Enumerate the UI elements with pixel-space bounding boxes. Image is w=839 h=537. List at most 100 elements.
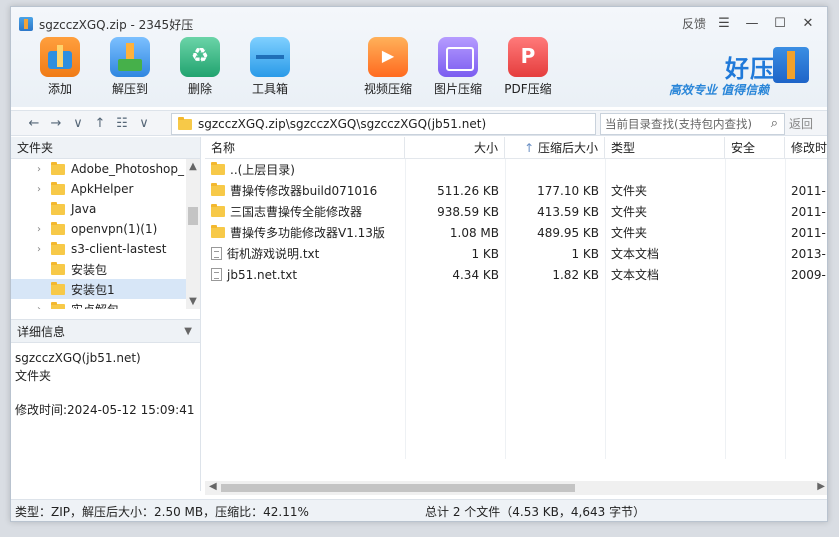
minimize-icon[interactable]: — — [739, 11, 765, 35]
extract-icon — [110, 37, 150, 77]
address-bar: ← → ∨ ↑ ☷ ∨ sgzcczXGQ.zip\sgzcczXGQ\sgzc… — [11, 110, 827, 136]
column-type[interactable]: 类型 — [605, 136, 725, 159]
scroll-thumb[interactable] — [188, 207, 198, 225]
status-bar: 类型：ZIP，解压后大小：2.50 MB，压缩比：42.11% 总计 2 个文件… — [11, 499, 827, 521]
table-row[interactable]: 三国志曹操传全能修改器 938.59 KB 413.59 KB 文件夹 2011- — [205, 201, 827, 222]
view-chevron-icon[interactable]: ∨ — [135, 116, 153, 131]
column-packed-size[interactable]: ↑ 压缩后大小 — [505, 136, 605, 159]
brand-slogan: 高效专业 值得信赖 — [669, 83, 770, 97]
delete-button[interactable]: 删除 — [165, 37, 235, 97]
table-row[interactable]: 街机游戏说明.txt 1 KB 1 KB 文本文档 2013- — [205, 243, 827, 264]
detail-kind: 文件夹 — [15, 369, 52, 383]
toolbar-area: sgzcczXGQ.zip - 2345好压 反馈 ☰ — ☐ ✕ 添加 解压到… — [11, 7, 827, 107]
text-file-icon — [211, 268, 222, 281]
folder-icon — [51, 181, 65, 195]
folder-icon — [211, 225, 225, 238]
history-chevron-icon[interactable]: ∨ — [69, 116, 87, 131]
search-placeholder: 当前目录查找(支持包内查找) — [605, 117, 752, 131]
scroll-left-icon[interactable]: ◀ — [209, 481, 217, 492]
folder-tree: › Adobe_Photoshop_ › ApkHelper Java › openv… — [11, 159, 200, 309]
brand-logo: 好压 高效专业 值得信赖 — [669, 47, 809, 103]
back-arrow-icon[interactable]: ← — [25, 116, 43, 131]
table-row[interactable]: 曹操传多功能修改器V1.13版 1.08 MB 489.95 KB 文件夹 2011… — [205, 222, 827, 243]
return-button[interactable]: 返回 — [789, 115, 813, 132]
left-pane: 文件夹 › Adobe_Photoshop_ › ApkHelper Java › o… — [11, 137, 201, 491]
search-icon[interactable]: ⌕ — [771, 116, 778, 131]
collapse-triangle-icon[interactable]: ▼ — [184, 326, 192, 337]
extract-button[interactable]: 解压到 — [95, 37, 165, 97]
forward-arrow-icon[interactable]: → — [47, 116, 65, 131]
folder-icon — [51, 161, 65, 175]
detail-info: sgzcczXGQ(jb51.net) 文件夹 修改时间:2024-05-12 … — [15, 349, 195, 419]
toolbox-icon — [250, 37, 290, 77]
scroll-up-icon[interactable]: ▲ — [186, 161, 200, 172]
status-total: 总计 2 个文件（4.53 KB，4,643 字节） — [425, 505, 646, 519]
main-toolbar: 添加 解压到 删除 工具箱 视频压缩 图片压缩 — [25, 37, 563, 97]
table-row[interactable]: 曹操传修改器build071016 511.26 KB 177.10 KB 文件夹… — [205, 180, 827, 201]
add-button[interactable]: 添加 — [25, 37, 95, 97]
window-title: sgzcczXGQ.zip - 2345好压 — [39, 17, 194, 32]
folder-icon — [211, 162, 225, 175]
tree-item[interactable]: › Adobe_Photoshop_ — [11, 159, 200, 179]
expand-chevron-icon[interactable]: › — [37, 184, 47, 195]
tree-item[interactable]: ›实点解包 — [11, 299, 200, 309]
expand-chevron-icon[interactable]: › — [37, 164, 47, 175]
table-row[interactable]: jb51.net.txt 4.34 KB 1.82 KB 文本文档 2009- — [205, 264, 827, 285]
folder-icon — [51, 221, 65, 235]
column-security[interactable]: 安全 — [725, 136, 785, 159]
nav-buttons: ← → ∨ ↑ ☷ ∨ — [11, 116, 173, 131]
path-field[interactable]: sgzcczXGQ.zip\sgzcczXGQ\sgzcczXGQ(jb51.n… — [171, 113, 596, 135]
scroll-thumb[interactable] — [221, 484, 575, 492]
folder-icon — [51, 281, 65, 295]
video-compress-button[interactable]: 视频压缩 — [353, 37, 423, 97]
path-text: sgzcczXGQ.zip\sgzcczXGQ\sgzcczXGQ(jb51.n… — [198, 117, 487, 131]
brand-name: 好压 — [725, 55, 775, 83]
tree-item[interactable]: 安装包 — [11, 259, 200, 279]
column-modified[interactable]: 修改时 — [785, 137, 827, 159]
menu-icon[interactable]: ☰ — [711, 11, 737, 35]
toolbox-button[interactable]: 工具箱 — [235, 37, 305, 97]
column-size[interactable]: 大小 — [405, 136, 505, 159]
folder-icon — [51, 301, 65, 309]
tree-item[interactable]: › ApkHelper — [11, 179, 200, 199]
folder-icon — [211, 183, 225, 196]
folder-icon — [51, 241, 65, 255]
pdf-compress-button[interactable]: PDF压缩 — [493, 37, 563, 97]
view-mode-icon[interactable]: ☷ — [113, 116, 131, 131]
expand-chevron-icon[interactable]: › — [37, 224, 47, 235]
scroll-right-icon[interactable]: ▶ — [817, 481, 825, 492]
up-arrow-icon[interactable]: ↑ — [91, 116, 109, 131]
tree-item[interactable]: Java — [11, 199, 200, 219]
folder-icon — [178, 116, 192, 130]
add-icon — [40, 37, 80, 77]
tree-scrollbar[interactable]: ▲ ▼ — [186, 159, 200, 309]
recycle-icon — [180, 37, 220, 77]
expand-chevron-icon[interactable]: › — [37, 304, 47, 310]
file-list: 名称 大小 ↑ 压缩后大小 类型 安全 修改时 ..(上层目录) 曹操传修改器b… — [205, 136, 827, 481]
folder-icon — [51, 261, 65, 275]
archive-window: sgzcczXGQ.zip - 2345好压 反馈 ☰ — ☐ ✕ 添加 解压到… — [10, 6, 828, 522]
tree-item-selected[interactable]: 安装包1 — [11, 279, 200, 299]
search-input[interactable]: 当前目录查找(支持包内查找) ⌕ — [600, 113, 785, 135]
video-compress-icon — [368, 37, 408, 77]
window-controls: 反馈 ☰ — ☐ ✕ — [679, 11, 821, 35]
tree-item[interactable]: › openvpn(1)(1) — [11, 219, 200, 239]
close-icon[interactable]: ✕ — [795, 11, 821, 35]
folder-pane-header: 文件夹 — [11, 137, 200, 159]
maximize-icon[interactable]: ☐ — [767, 11, 793, 35]
tree-item[interactable]: › s3-client-lastest — [11, 239, 200, 259]
text-file-icon — [211, 247, 222, 260]
scroll-down-icon[interactable]: ▼ — [186, 296, 200, 307]
column-headers: 名称 大小 ↑ 压缩后大小 类型 安全 修改时 — [205, 136, 827, 159]
column-name[interactable]: 名称 — [205, 136, 405, 159]
image-compress-icon — [438, 37, 478, 77]
haozip-logo-icon — [773, 47, 809, 83]
detail-modified: 修改时间:2024-05-12 15:09:41 — [15, 403, 195, 417]
expand-chevron-icon[interactable]: › — [37, 244, 47, 255]
table-row[interactable]: ..(上层目录) — [205, 159, 827, 180]
sort-arrow-icon: ↑ — [524, 140, 538, 155]
detail-header[interactable]: 详细信息 ▼ — [11, 319, 200, 343]
horizontal-scrollbar[interactable]: ◀ ▶ — [205, 481, 827, 495]
image-compress-button[interactable]: 图片压缩 — [423, 37, 493, 97]
feedback-button[interactable]: 反馈 — [679, 11, 709, 35]
